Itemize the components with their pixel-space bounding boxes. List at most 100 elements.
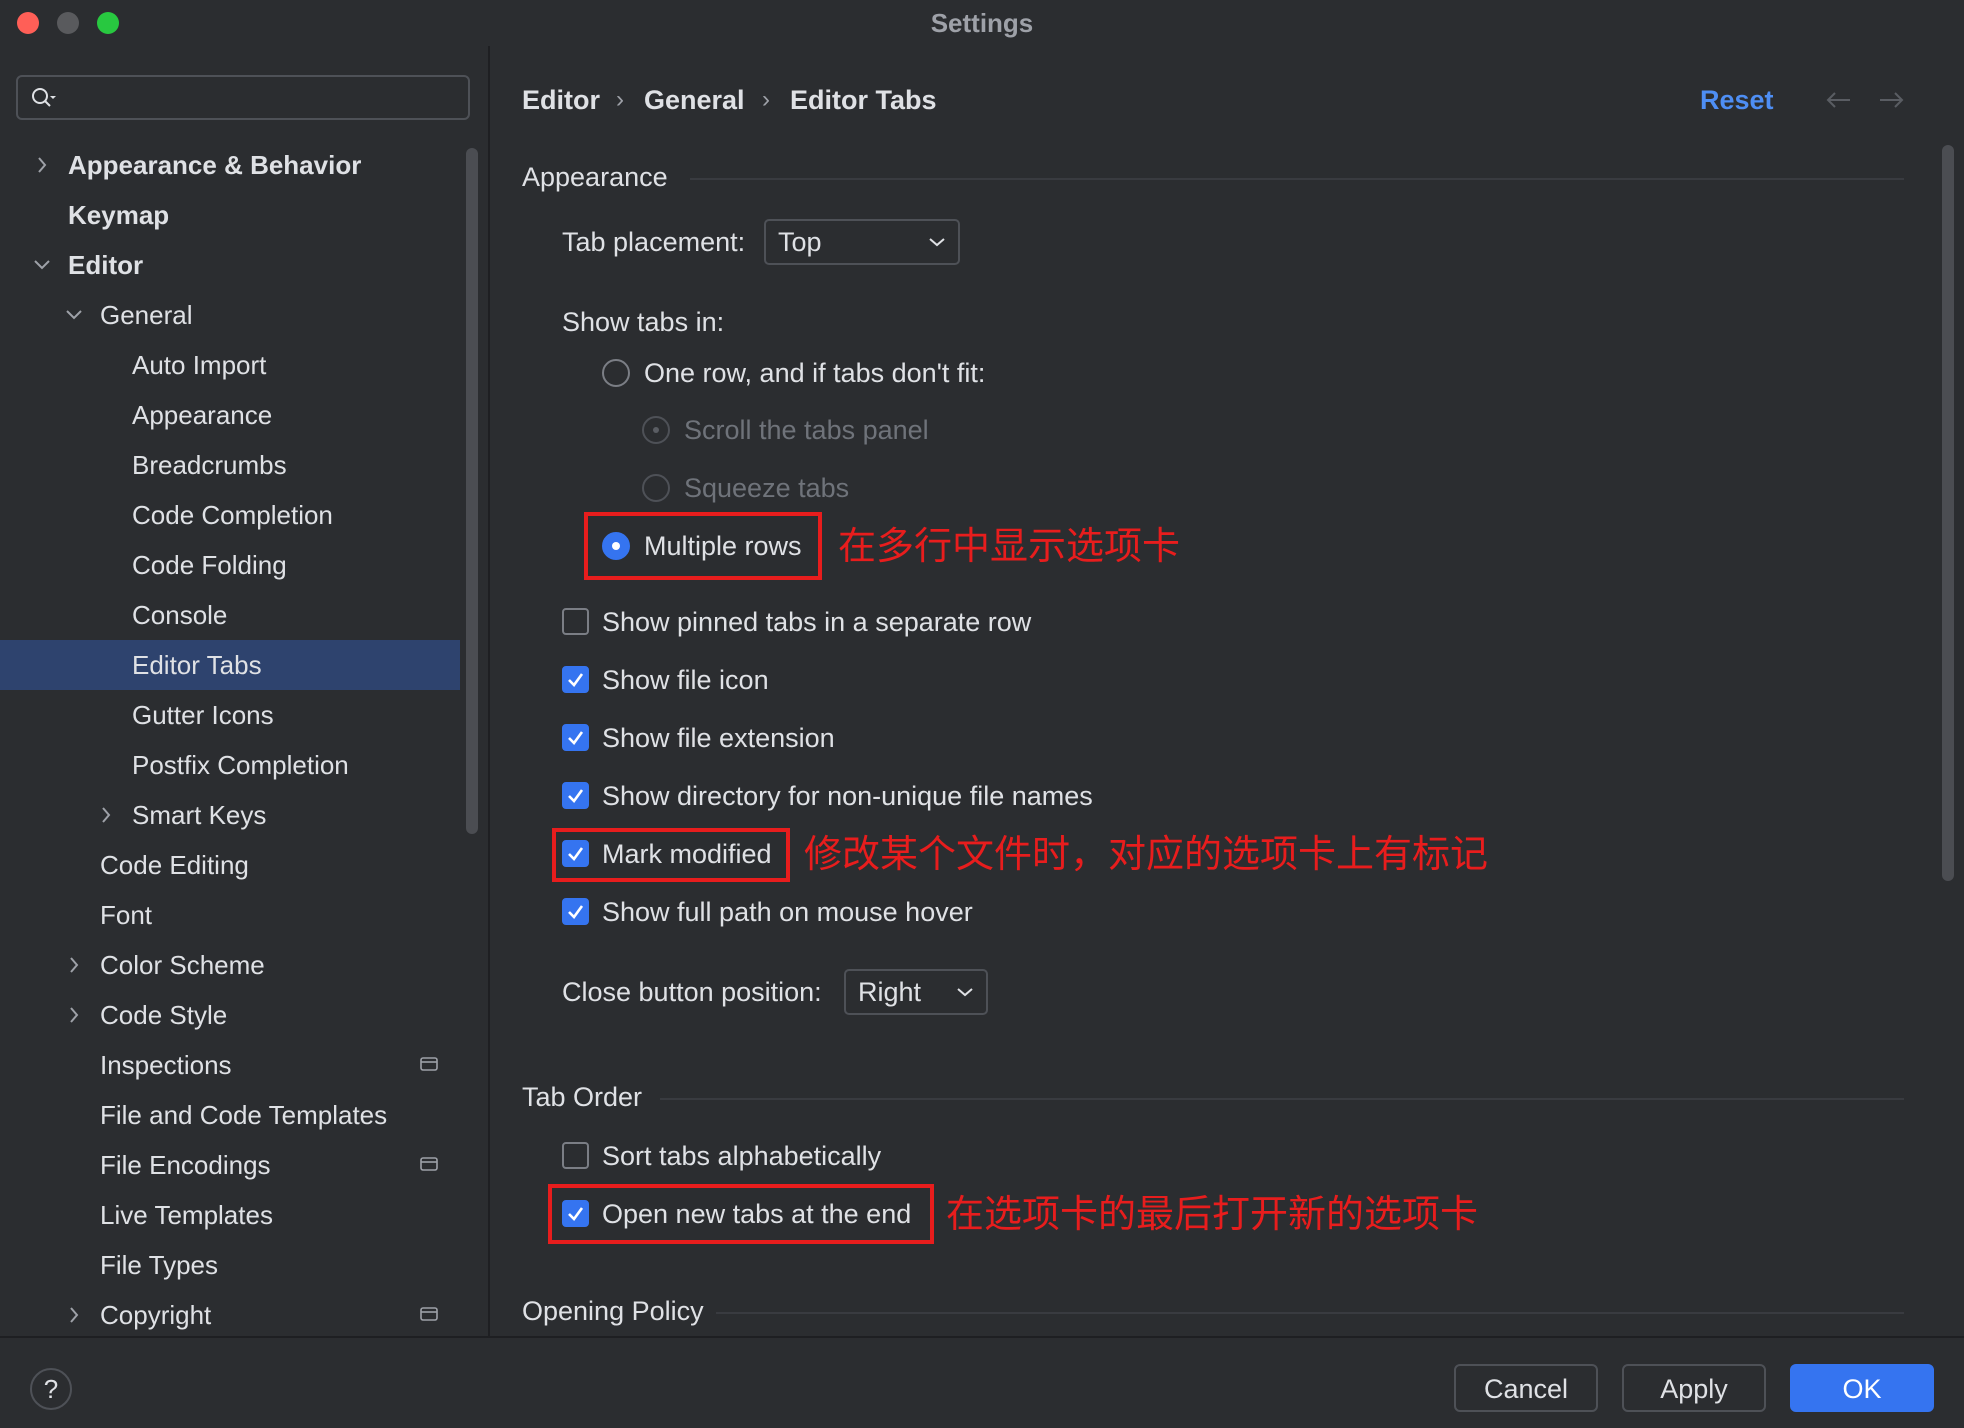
section-divider [716, 1312, 1904, 1314]
chevron-right-icon[interactable] [94, 790, 118, 840]
breadcrumb-general[interactable]: General [644, 80, 745, 120]
file-icon-checkbox[interactable] [562, 666, 589, 693]
sidebar-item-auto-import[interactable]: Auto Import [0, 340, 460, 390]
one-row-radio[interactable] [602, 359, 630, 387]
chevron-down-icon [929, 238, 945, 247]
sidebar-item-label: File Types [100, 1250, 219, 1280]
annotation-open-end: 在选项卡的最后打开新的选项卡 [946, 1192, 1479, 1236]
scroll-tabs-radio [642, 416, 670, 444]
window-title: Settings [930, 8, 1034, 38]
sidebar-item-appearance[interactable]: Appearance [0, 390, 460, 440]
full-path-label[interactable]: Show full path on mouse hover [602, 892, 973, 932]
chevron-right-icon[interactable] [30, 140, 54, 190]
project-scope-icon [420, 1307, 438, 1321]
sidebar-item-editor-tabs[interactable]: Editor Tabs [0, 640, 460, 690]
sidebar-item-code-style[interactable]: Code Style [0, 990, 460, 1040]
sidebar-item-postfix-completion[interactable]: Postfix Completion [0, 740, 460, 790]
sidebar-item-label: Code Style [100, 1000, 228, 1030]
sidebar-item-label: Smart Keys [132, 800, 267, 830]
chevron-right-icon[interactable] [62, 1290, 86, 1340]
section-divider [660, 1098, 1904, 1100]
sidebar-item-copyright[interactable]: Copyright [0, 1290, 460, 1340]
project-scope-icon [420, 1057, 438, 1071]
sidebar-item-label: Color Scheme [100, 950, 265, 980]
one-row-label[interactable]: One row, and if tabs don't fit: [644, 353, 985, 393]
sidebar-scrollbar[interactable] [466, 148, 478, 834]
sidebar-item-label: Inspections [100, 1050, 232, 1080]
sidebar-item-appearance-behavior[interactable]: Appearance & Behavior [0, 140, 460, 190]
directory-label[interactable]: Show directory for non-unique file names [602, 776, 1093, 816]
breadcrumb-editor[interactable]: Editor [522, 80, 600, 120]
chevron-right-icon[interactable] [62, 990, 86, 1040]
squeeze-tabs-label: Squeeze tabs [684, 473, 850, 503]
chevron-down-icon[interactable] [30, 240, 54, 290]
pinned-tabs-label[interactable]: Show pinned tabs in a separate row [602, 602, 1031, 642]
sidebar-item-label: Breadcrumbs [132, 450, 287, 480]
help-button[interactable]: ? [30, 1368, 72, 1410]
content-scrollbar[interactable] [1942, 145, 1954, 881]
sort-tabs-label[interactable]: Sort tabs alphabetically [602, 1136, 881, 1176]
sidebar-item-label: Console [132, 600, 228, 630]
directory-checkbox[interactable] [562, 782, 589, 809]
pinned-tabs-checkbox[interactable] [562, 608, 589, 635]
close-button-position-label: Close button position: [562, 977, 822, 1007]
sidebar-item-label: Auto Import [132, 350, 267, 380]
sidebar-item-label: File and Code Templates [100, 1100, 388, 1130]
sidebar-item-label: Appearance [132, 400, 273, 430]
reset-link[interactable]: Reset [1700, 80, 1774, 120]
sidebar-item-font[interactable]: Font [0, 890, 460, 940]
sidebar-item-label: Font [100, 900, 153, 930]
sidebar-item-code-folding[interactable]: Code Folding [0, 540, 460, 590]
chevron-down-icon[interactable] [62, 290, 86, 340]
sidebar-item-editor[interactable]: Editor [0, 240, 460, 290]
back-arrow-icon[interactable] [1824, 88, 1854, 112]
full-path-checkbox[interactable] [562, 898, 589, 925]
chevron-right-icon[interactable] [62, 940, 86, 990]
sidebar-item-label: Code Editing [100, 850, 249, 880]
checkmark-icon [568, 731, 584, 745]
sidebar-item-file-types[interactable]: File Types [0, 1240, 460, 1290]
breadcrumb-separator: › [762, 86, 770, 113]
search-icon [32, 88, 56, 107]
sidebar-item-keymap[interactable]: Keymap [0, 190, 460, 240]
sidebar-item-label: Live Templates [100, 1200, 273, 1230]
close-button-position-select[interactable]: Right [844, 969, 988, 1015]
sidebar-item-label: Code Completion [132, 500, 333, 530]
tab-placement-select[interactable]: Top [764, 219, 960, 265]
breadcrumb-separator: › [616, 86, 624, 113]
section-title-opening-policy: Opening Policy [522, 1296, 704, 1326]
tab-placement-label: Tab placement: [562, 227, 746, 257]
sidebar-item-file-encodings[interactable]: File Encodings [0, 1140, 460, 1190]
sidebar-item-live-templates[interactable]: Live Templates [0, 1190, 460, 1240]
sidebar-item-label: Copyright [100, 1300, 212, 1330]
chevron-down-icon [957, 988, 973, 997]
file-extension-label[interactable]: Show file extension [602, 718, 835, 758]
forward-arrow-icon[interactable] [1876, 88, 1906, 112]
sidebar-item-gutter-icons[interactable]: Gutter Icons [0, 690, 460, 740]
sidebar-item-label: Code Folding [132, 550, 287, 580]
sidebar-item-breadcrumbs[interactable]: Breadcrumbs [0, 440, 460, 490]
sidebar-item-label: Keymap [68, 200, 170, 230]
cancel-button[interactable]: Cancel [1454, 1364, 1598, 1412]
sort-tabs-checkbox[interactable] [562, 1142, 589, 1169]
close-button-position-value: Right [858, 977, 922, 1007]
apply-button[interactable]: Apply [1622, 1364, 1766, 1412]
file-extension-checkbox[interactable] [562, 724, 589, 751]
sidebar-item-code-completion[interactable]: Code Completion [0, 490, 460, 540]
dialog-footer: ? Cancel Apply OK [0, 1336, 1964, 1428]
section-title-tab-order: Tab Order [522, 1082, 643, 1112]
checkmark-icon [568, 905, 584, 919]
sidebar-item-console[interactable]: Console [0, 590, 460, 640]
annotation-multiple-rows: 在多行中显示选项卡 [838, 524, 1181, 568]
panel-divider[interactable] [488, 46, 490, 1336]
sidebar-item-file-code-templates[interactable]: File and Code Templates [0, 1090, 460, 1140]
sidebar-item-inspections[interactable]: Inspections [0, 1040, 460, 1090]
sidebar-item-code-editing[interactable]: Code Editing [0, 840, 460, 890]
checkmark-icon [568, 673, 584, 687]
sidebar-item-smart-keys[interactable]: Smart Keys [0, 790, 460, 840]
sidebar-item-color-scheme[interactable]: Color Scheme [0, 940, 460, 990]
sidebar-item-general[interactable]: General [0, 290, 460, 340]
ok-button[interactable]: OK [1790, 1364, 1934, 1412]
file-icon-label[interactable]: Show file icon [602, 660, 769, 700]
search-input[interactable] [16, 75, 470, 120]
